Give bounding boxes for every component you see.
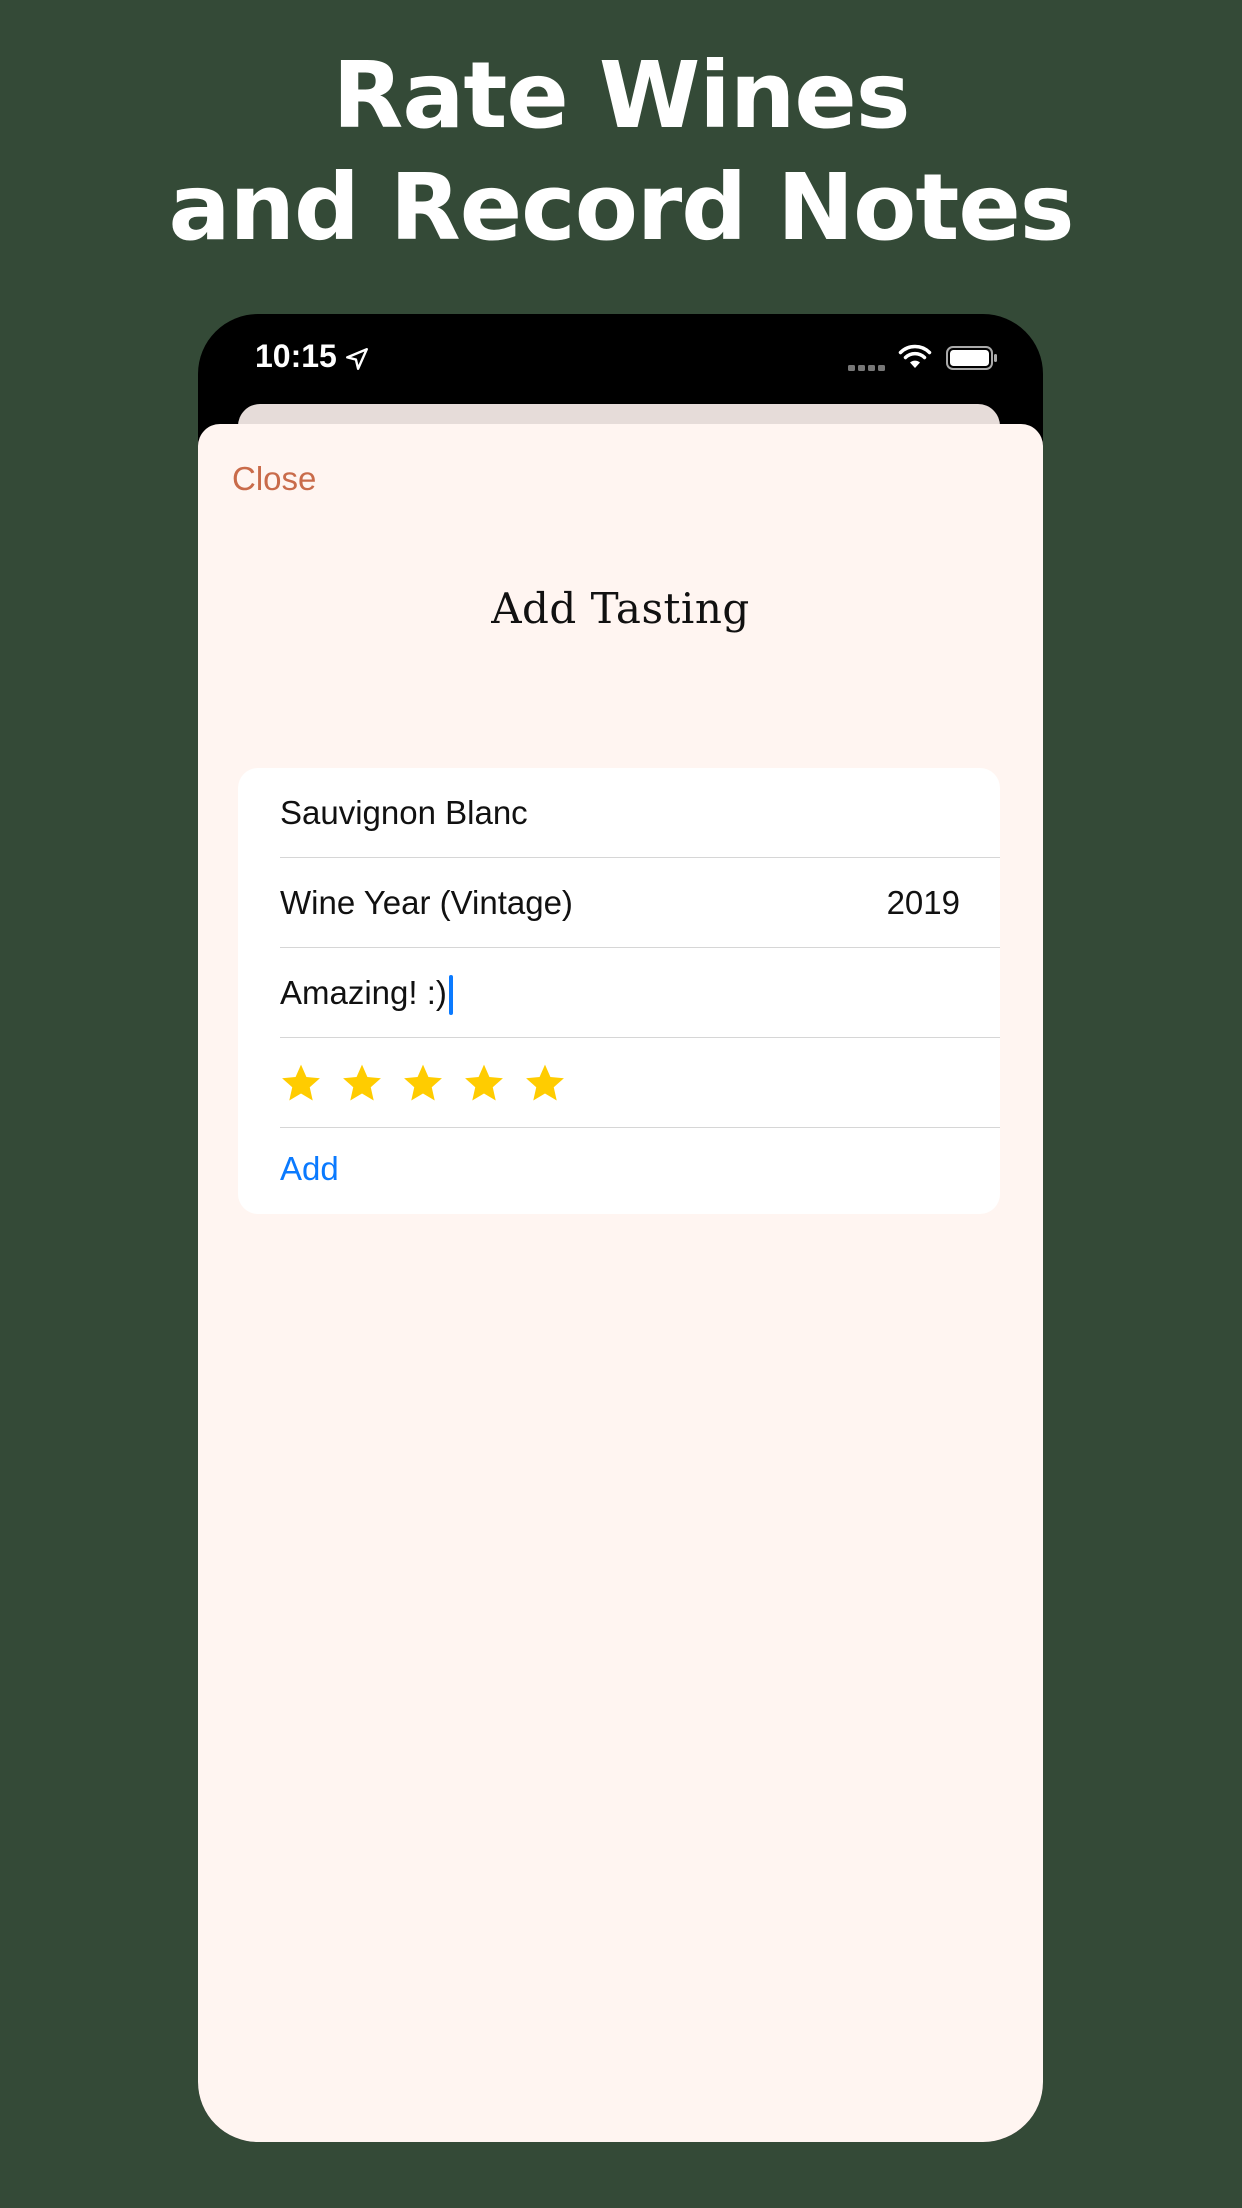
add-tasting-sheet: Close Add Tasting Sauvignon Blanc Wine Y… [198, 424, 1043, 2142]
location-arrow-icon [346, 348, 368, 370]
wifi-icon [898, 344, 932, 368]
star-icon-1[interactable] [280, 1062, 322, 1104]
vintage-picker-row[interactable]: Wine Year (Vintage) 2019 [280, 858, 1000, 948]
headline: Rate Wines and Record Notes [0, 40, 1242, 264]
battery-icon [946, 346, 997, 370]
add-button[interactable]: Add [280, 1150, 339, 1187]
text-cursor [448, 975, 453, 1016]
sheet-title: Add Tasting [491, 584, 750, 633]
star-icon-2[interactable] [341, 1062, 383, 1104]
star-rating-stars [280, 1038, 1000, 1128]
notes-field[interactable]: Amazing! :) [280, 948, 1000, 1038]
vintage-label: Wine Year (Vintage) [280, 884, 573, 921]
headline-line-2: and Record Notes [168, 154, 1074, 261]
phone-frame: 10:15 Close Add Tasting Sauvignon Blanc [198, 314, 1043, 2142]
cellular-signal-icon [848, 365, 885, 371]
status-time: 10:15 [255, 338, 337, 374]
star-icon-5[interactable] [524, 1062, 566, 1104]
vintage-value: 2019 [886, 884, 960, 921]
star-rating [280, 1038, 1000, 1128]
tasting-form: Sauvignon Blanc Wine Year (Vintage) 2019… [238, 768, 1000, 1214]
add-row: Add [280, 1124, 1000, 1214]
star-icon-4[interactable] [463, 1062, 505, 1104]
status-bar: 10:15 [198, 314, 1043, 404]
wine-name-value: Sauvignon Blanc [280, 794, 528, 831]
headline-line-1: Rate Wines [332, 42, 911, 149]
star-icon-3[interactable] [402, 1062, 444, 1104]
notes-value: Amazing! :) [280, 974, 447, 1011]
close-button[interactable]: Close [232, 460, 316, 498]
wine-name-field[interactable]: Sauvignon Blanc [280, 768, 1000, 858]
